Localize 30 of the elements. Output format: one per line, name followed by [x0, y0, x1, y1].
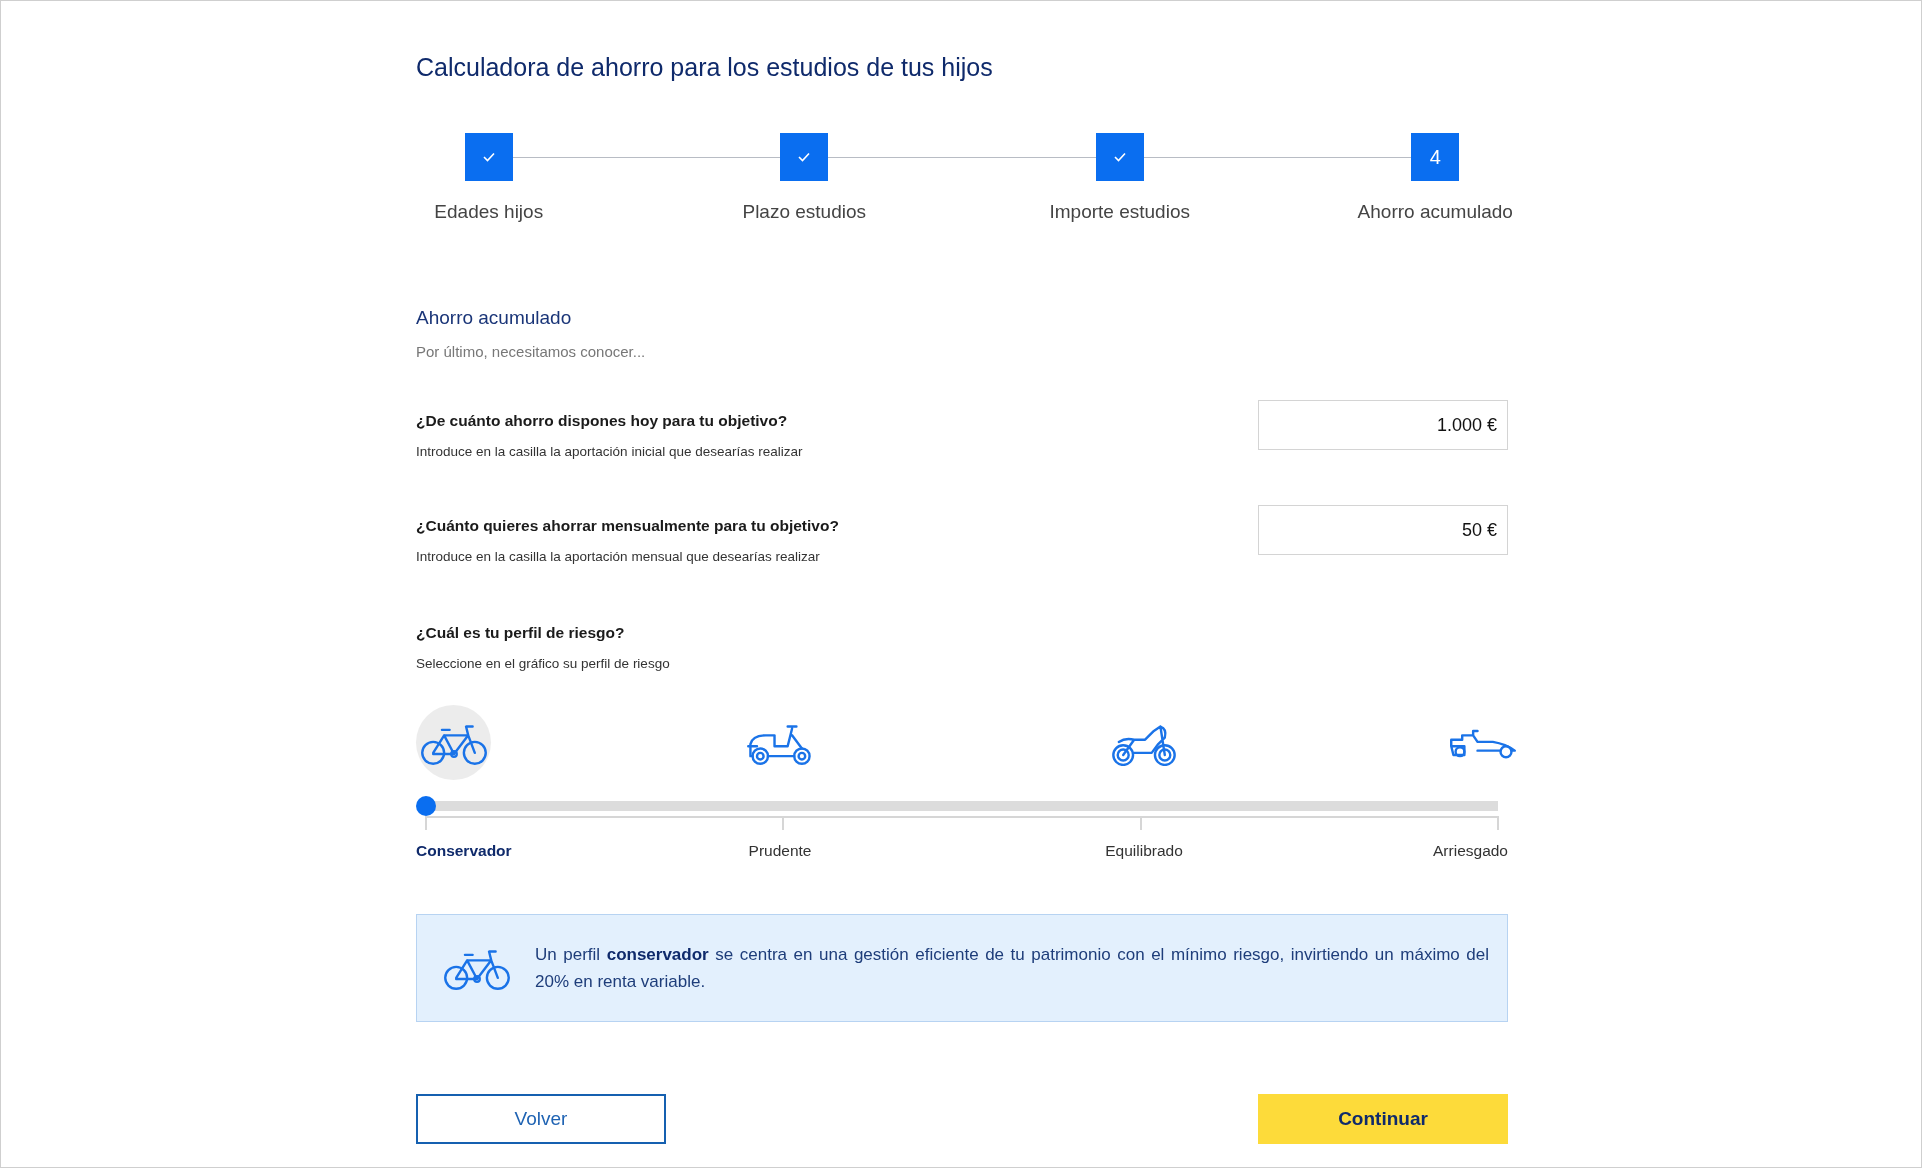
section-subtitle: Por último, necesitamos conocer... — [416, 343, 647, 360]
slider-thumb[interactable] — [416, 796, 436, 816]
check-icon — [1113, 152, 1126, 162]
check-icon — [482, 152, 495, 162]
step-label: Edades hijos — [434, 201, 544, 223]
info-text: Un perfil conservador se centra en una gestión eficiente de tu patrimonio con el mínimo riesgo, invirtiendo un máximo del 20% en renta variable. — [535, 944, 1489, 993]
check-icon — [798, 152, 811, 162]
step-indicator[interactable] — [1095, 133, 1144, 181]
step-indicator[interactable] — [780, 133, 829, 181]
question-label: ¿Cuánto quieres ahorrar mensualmente para tu objetivo? — [416, 517, 839, 535]
step-indicator[interactable]: 4 — [1411, 133, 1460, 181]
risk-label[interactable]: Arriesgado — [1433, 842, 1508, 860]
back-button[interactable]: Volver — [416, 1094, 666, 1144]
question-hint: Introduce en la casilla la aportación inicial que desearías realizar — [416, 444, 803, 459]
question-hint: Seleccione en el gráfico su perfil de riesgo — [416, 656, 671, 671]
step-label: Ahorro acumulado — [1357, 201, 1513, 223]
risk-label[interactable]: Conservador — [416, 842, 512, 860]
risk-label[interactable]: Equilibrado — [1105, 842, 1183, 860]
amount-field[interactable]: 50 € — [1258, 505, 1508, 555]
question-hint: Introduce en la casilla la aportación mensual que desearías realizar — [416, 549, 821, 564]
risk-label[interactable]: Prudente — [748, 842, 812, 860]
continue-button[interactable]: Continuar — [1258, 1094, 1508, 1144]
step-indicator[interactable] — [464, 133, 513, 181]
question-label: ¿De cuánto ahorro dispones hoy para tu objetivo? — [416, 412, 789, 430]
section-title: Ahorro acumulado — [416, 307, 573, 329]
amount-field[interactable]: 1.000 € — [1258, 400, 1508, 450]
question-label: ¿Cuál es tu perfil de riesgo? — [416, 624, 626, 642]
step-label: Importe estudios — [1049, 201, 1190, 223]
page-title: Calculadora de ahorro para los estudios de tus hijos — [416, 53, 994, 83]
step-label: Plazo estudios — [742, 201, 867, 223]
